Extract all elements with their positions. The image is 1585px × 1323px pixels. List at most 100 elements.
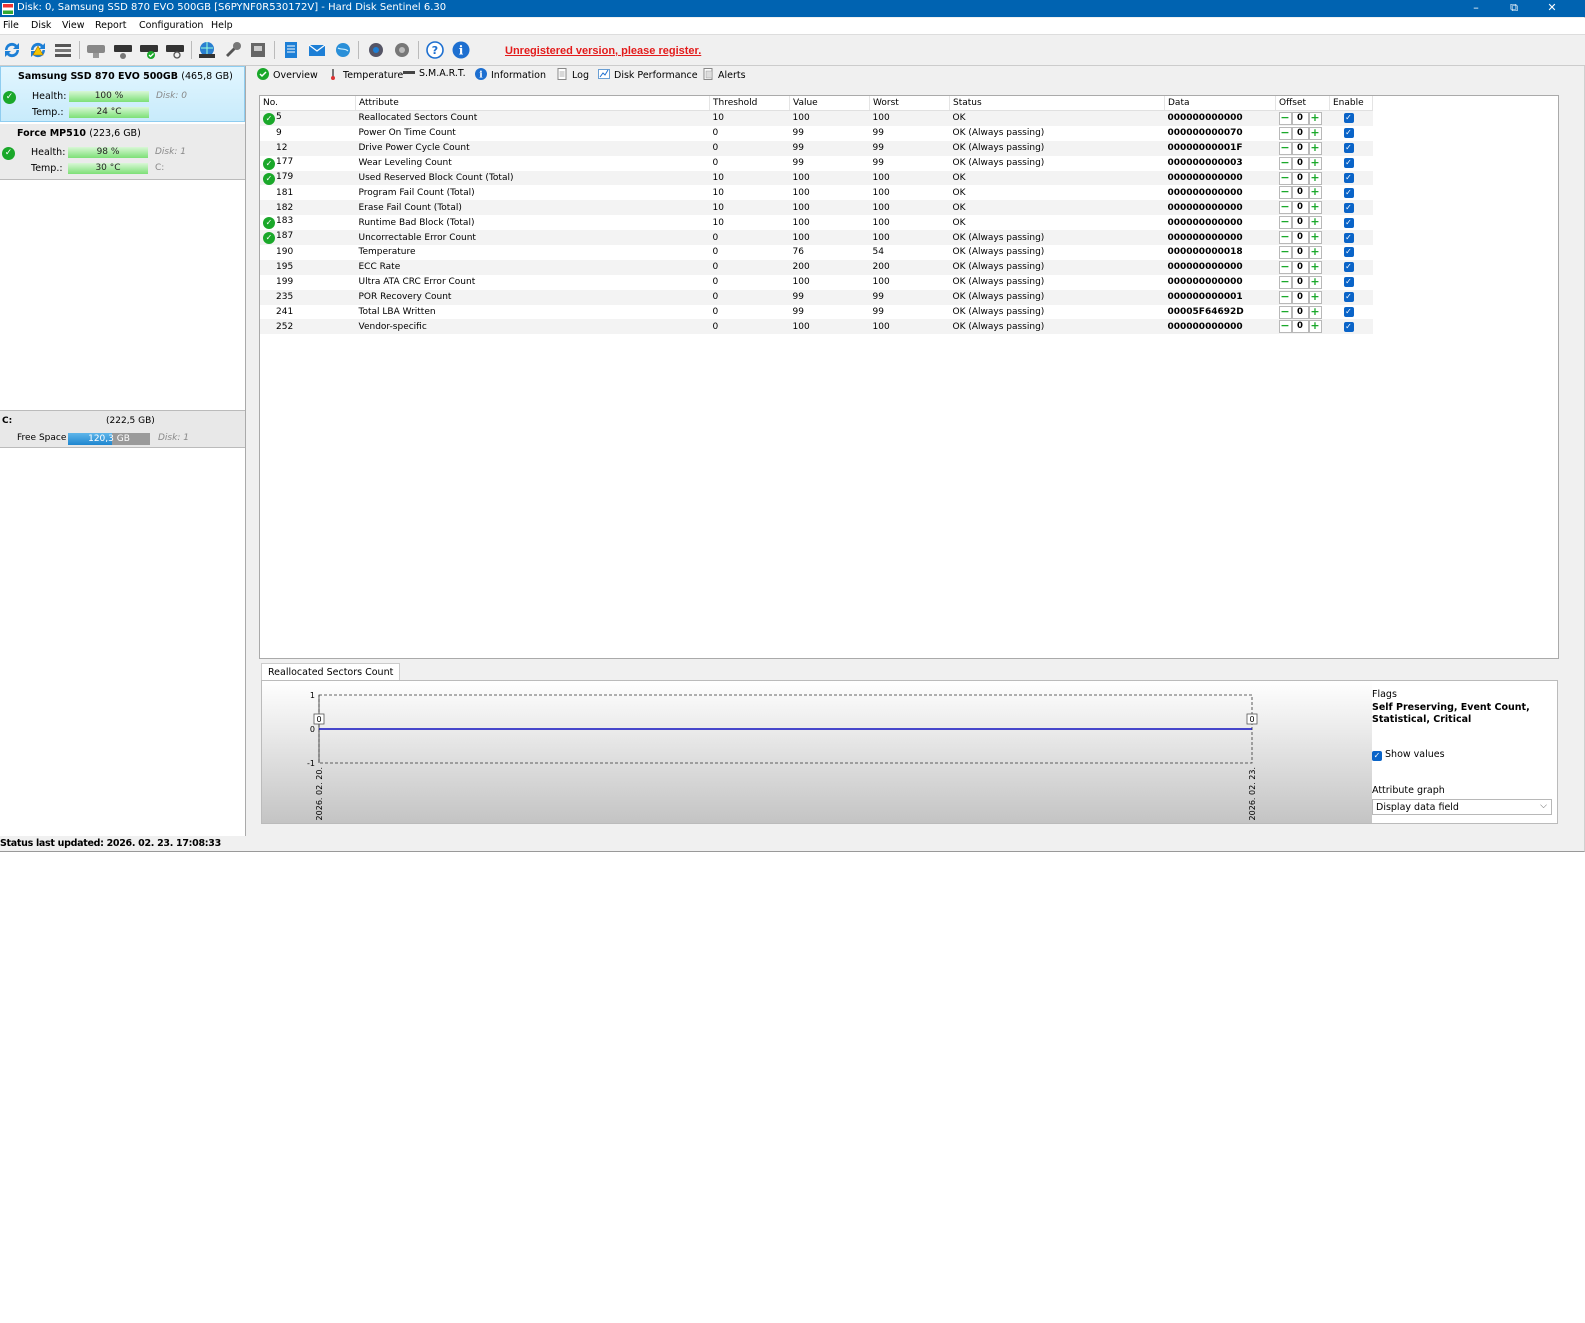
wrench-icon[interactable] <box>222 39 244 61</box>
column-header-status[interactable]: Status <box>949 96 1165 111</box>
offset-decrease-button[interactable]: − <box>1278 305 1292 319</box>
table-row[interactable]: 252 Vendor-specific 0 100 100 OK (Always pass… <box>260 319 1373 335</box>
refresh-icon[interactable] <box>1 39 23 61</box>
offset-decrease-button[interactable]: − <box>1278 171 1292 185</box>
backup-icon[interactable] <box>247 39 269 61</box>
table-row[interactable]: 241 Total LBA Written 0 99 99 OK (Always pass… <box>260 305 1373 320</box>
menu-report[interactable]: Report <box>95 20 127 31</box>
offset-increase-button[interactable]: + <box>1308 320 1322 334</box>
table-row[interactable]: 235 POR Recovery Count 0 99 99 OK (Always pas… <box>260 289 1373 305</box>
offset-increase-button[interactable]: + <box>1308 171 1322 185</box>
disk-check-icon[interactable] <box>138 39 160 61</box>
disk-card-1[interactable]: Force MP510 (223,6 GB) ✓ Health: 98 % Di… <box>0 124 245 180</box>
table-row[interactable]: ✓ 177 Wear Leveling Count 0 99 99 OK (Always p… <box>260 156 1373 171</box>
show-values-checkbox[interactable]: ✓ Show values <box>1372 749 1445 761</box>
offset-value[interactable]: 0 <box>1291 216 1309 230</box>
column-header-data[interactable]: Data <box>1164 96 1276 111</box>
tab-overview[interactable]: Overview <box>257 67 318 85</box>
table-row[interactable]: 182 Erase Fail Count (Total) 10 100 100 OK 000… <box>260 200 1373 216</box>
offset-decrease-button[interactable]: − <box>1278 216 1292 230</box>
enable-checkbox[interactable]: ✓ <box>1343 187 1354 198</box>
tab-alerts[interactable]: Alerts <box>702 67 746 85</box>
column-header-threshold[interactable]: Threshold <box>709 96 790 111</box>
offset-increase-button[interactable]: + <box>1308 201 1322 215</box>
table-row[interactable]: 12 Drive Power Cycle Count 0 99 99 OK (Always… <box>260 140 1373 156</box>
offset-decrease-button[interactable]: − <box>1278 111 1292 125</box>
offset-value[interactable]: 0 <box>1291 260 1309 274</box>
offset-value[interactable]: 0 <box>1291 171 1309 185</box>
offset-value[interactable]: 0 <box>1291 186 1309 200</box>
offset-increase-button[interactable]: + <box>1308 156 1322 170</box>
offset-value[interactable]: 0 <box>1291 275 1309 289</box>
offset-increase-button[interactable]: + <box>1308 275 1322 289</box>
minimize-button[interactable]: – <box>1458 0 1494 17</box>
offset-increase-button[interactable]: + <box>1308 186 1322 200</box>
column-header-worst[interactable]: Worst <box>869 96 950 111</box>
menu-view[interactable]: View <box>62 20 85 31</box>
table-row[interactable]: ✓ 179 Used Reserved Block Count (Total) 10 1… <box>260 170 1373 186</box>
settings-gear-icon[interactable] <box>365 39 387 61</box>
tab-information[interactable]: i Information <box>475 67 546 85</box>
enable-checkbox[interactable]: ✓ <box>1343 217 1354 228</box>
offset-increase-button[interactable]: + <box>1308 260 1322 274</box>
graph-tab[interactable]: Reallocated Sectors Count <box>261 663 401 681</box>
enable-checkbox[interactable]: ✓ <box>1343 202 1354 213</box>
table-row[interactable]: ✓ 5 Reallocated Sectors Count 10 100 100 OK 000… <box>260 110 1373 126</box>
tab-smart[interactable]: S.M.A.R.T. <box>403 65 466 83</box>
offset-value[interactable]: 0 <box>1291 305 1309 319</box>
offset-value[interactable]: 0 <box>1291 156 1309 170</box>
disk-globe-icon[interactable] <box>196 39 218 61</box>
offset-value[interactable]: 0 <box>1291 231 1309 245</box>
close-button[interactable]: ✕ <box>1534 0 1570 17</box>
column-header-offset[interactable]: Offset <box>1275 96 1330 111</box>
offset-increase-button[interactable]: + <box>1308 141 1322 155</box>
offset-value[interactable]: 0 <box>1291 141 1309 155</box>
column-header-enable[interactable]: Enable <box>1329 96 1373 111</box>
volume-card[interactable]: C: (222,5 GB) Free Space 120,3 GB Disk: … <box>0 410 245 448</box>
tab-temperature[interactable]: Temperature <box>327 67 403 85</box>
column-header-attribute[interactable]: Attribute <box>355 96 710 111</box>
offset-decrease-button[interactable]: − <box>1278 186 1292 200</box>
report-icon[interactable] <box>280 39 302 61</box>
info-icon[interactable]: i <box>450 39 472 61</box>
disk-info-icon[interactable] <box>85 39 107 61</box>
table-row[interactable]: 199 Ultra ATA CRC Error Count 0 100 100 OK (A… <box>260 275 1373 290</box>
offset-decrease-button[interactable]: − <box>1278 275 1292 289</box>
enable-checkbox[interactable]: ✓ <box>1343 321 1354 332</box>
web-report-icon[interactable] <box>332 39 354 61</box>
table-row[interactable]: ✓ 187 Uncorrectable Error Count 0 100 100 OK (… <box>260 230 1373 246</box>
restore-button[interactable]: ⧉ <box>1496 0 1532 17</box>
offset-value[interactable]: 0 <box>1291 201 1309 215</box>
enable-checkbox[interactable]: ✓ <box>1343 232 1354 243</box>
offset-value[interactable]: 0 <box>1291 126 1309 140</box>
menu-disk[interactable]: Disk <box>31 20 51 31</box>
enable-checkbox[interactable]: ✓ <box>1343 292 1354 303</box>
table-row[interactable]: ✓ 183 Runtime Bad Block (Total) 10 100 100 OK 0… <box>260 215 1373 230</box>
offset-increase-button[interactable]: + <box>1308 231 1322 245</box>
email-icon[interactable] <box>306 39 328 61</box>
offset-decrease-button[interactable]: − <box>1278 201 1292 215</box>
offset-increase-button[interactable]: + <box>1308 111 1322 125</box>
enable-checkbox[interactable]: ✓ <box>1343 247 1354 258</box>
table-row[interactable]: 9 Power On Time Count 0 99 99 OK (Always pass… <box>260 126 1373 141</box>
advanced-settings-icon[interactable] <box>391 39 413 61</box>
offset-decrease-button[interactable]: − <box>1278 290 1292 304</box>
offset-decrease-button[interactable]: − <box>1278 231 1292 245</box>
column-header-value[interactable]: Value <box>789 96 870 111</box>
enable-checkbox[interactable]: ✓ <box>1343 158 1354 169</box>
enable-checkbox[interactable]: ✓ <box>1343 307 1354 318</box>
offset-increase-button[interactable]: + <box>1308 305 1322 319</box>
enable-checkbox[interactable]: ✓ <box>1343 143 1354 154</box>
enable-checkbox[interactable]: ✓ <box>1343 113 1354 124</box>
offset-value[interactable]: 0 <box>1291 290 1309 304</box>
column-header-no[interactable]: No. <box>260 96 356 111</box>
table-row[interactable]: 195 ECC Rate 0 200 200 OK (Always passing) 000… <box>260 259 1373 275</box>
offset-increase-button[interactable]: + <box>1308 245 1322 259</box>
menu-configuration[interactable]: Configuration <box>139 20 203 31</box>
disk-list-icon[interactable] <box>52 39 74 61</box>
table-row[interactable]: 190 Temperature 0 76 54 OK (Always passing) 00… <box>260 245 1373 260</box>
tab-disk-performance[interactable]: Disk Performance <box>598 67 698 85</box>
tab-log[interactable]: Log <box>556 67 589 85</box>
enable-checkbox[interactable]: ✓ <box>1343 262 1354 273</box>
offset-increase-button[interactable]: + <box>1308 216 1322 230</box>
